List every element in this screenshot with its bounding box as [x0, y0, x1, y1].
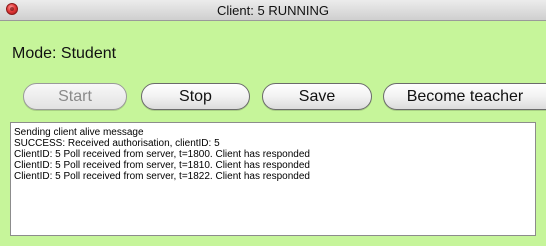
log-line: SUCCESS: Received authorisation, clientI… — [14, 138, 220, 149]
log-line: ClientID: 5 Poll received from server, t… — [14, 171, 310, 182]
log-text-area[interactable]: Sending client alive message SUCCESS: Re… — [10, 122, 536, 236]
title-bar[interactable]: Client: 5 RUNNING — [0, 0, 546, 21]
log-line: ClientID: 5 Poll received from server, t… — [14, 160, 310, 171]
log-line: ClientID: 5 Poll received from server, t… — [14, 149, 310, 160]
become-teacher-button[interactable]: Become teacher — [383, 83, 546, 110]
client-window: Client: 5 RUNNING Mode: Student Start St… — [0, 0, 546, 246]
mode-label: Mode: Student — [12, 45, 117, 62]
save-button[interactable]: Save — [262, 83, 372, 110]
stop-button[interactable]: Stop — [141, 83, 250, 110]
start-button[interactable]: Start — [23, 83, 127, 110]
window-title: Client: 5 RUNNING — [217, 3, 329, 18]
log-line: Sending client alive message — [14, 127, 144, 138]
